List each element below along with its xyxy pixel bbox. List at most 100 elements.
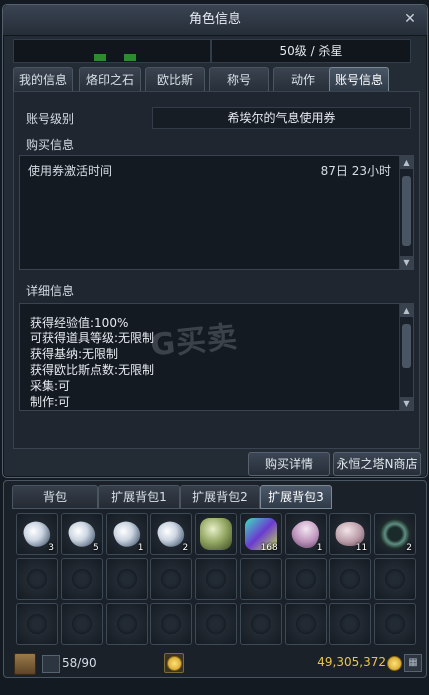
purchase-detail-button[interactable]: 购买详情 <box>248 452 330 476</box>
empty-slot[interactable] <box>16 603 58 645</box>
empty-slot-icon <box>250 569 271 589</box>
inventory-slot[interactable]: 5 <box>60 513 103 555</box>
item-count: 5 <box>93 543 99 553</box>
empty-slot-icon <box>250 614 271 634</box>
inventory-slot[interactable] <box>195 513 237 555</box>
scroll-thumb[interactable] <box>402 324 411 368</box>
inventory-slot[interactable]: 2 <box>150 513 193 555</box>
empty-slot-icon <box>385 569 405 589</box>
empty-slot[interactable] <box>329 603 372 645</box>
inventory-slot[interactable]: 11 <box>329 513 372 555</box>
sort-icon[interactable]: ▦ <box>404 654 422 672</box>
ncoin-shop-button[interactable]: 永恒之塔N商店 <box>333 452 421 476</box>
empty-slot-icon <box>340 569 361 589</box>
scroll-up-icon[interactable]: ▲ <box>400 304 413 317</box>
green-dice-icon <box>200 518 232 550</box>
inventory-slot[interactable]: 2 <box>374 513 416 555</box>
empty-slot-icon <box>295 614 316 634</box>
empty-slot[interactable] <box>329 558 372 600</box>
detail-line: 可获得道具等级:无限制 <box>30 331 155 345</box>
tab-extended-bag-3[interactable]: 扩展背包3 <box>260 485 332 509</box>
empty-slot[interactable] <box>195 603 237 645</box>
empty-slot-icon <box>116 569 137 589</box>
detail-line: 采集:可 <box>30 379 71 393</box>
empty-slot[interactable] <box>150 603 193 645</box>
account-info-panel: 账号级别 希埃尔的气息使用券 购买信息 使用券激活时间 87日 23小时 ▲ ▼… <box>13 91 420 449</box>
empty-slot-icon <box>71 614 92 634</box>
bag-capacity: 58/90 <box>62 656 97 670</box>
tab-brand-stone[interactable]: 烙印之石 <box>79 67 141 92</box>
empty-slot[interactable] <box>374 603 416 645</box>
kinah-icon[interactable] <box>164 653 184 673</box>
window-titlebar[interactable]: 角色信息 ✕ <box>3 5 427 36</box>
empty-slot[interactable] <box>239 603 282 645</box>
item-count: 2 <box>182 543 189 553</box>
tab-title[interactable]: 称号 <box>209 67 269 92</box>
character-info-window: 角色信息 ✕ 50级 / 杀星 我的信息 烙印之石 欧比斯 称号 动作 账号信息… <box>2 4 428 478</box>
empty-slot[interactable] <box>150 558 193 600</box>
item-count: 11 <box>355 543 368 553</box>
purchase-row-value: 87日 23小时 <box>320 164 391 178</box>
empty-slot[interactable] <box>284 558 327 600</box>
detail-line: 制作:可 <box>30 395 71 409</box>
item-count: 3 <box>48 543 54 553</box>
inventory-slot[interactable]: 1 <box>105 513 148 555</box>
coin-icon <box>167 656 182 671</box>
kinah-amount: 49,305,372 <box>317 655 386 669</box>
empty-slot[interactable] <box>60 558 103 600</box>
empty-slot-icon <box>340 614 361 634</box>
tab-extended-bag-2[interactable]: 扩展背包2 <box>180 485 260 509</box>
item-count: 2 <box>406 543 412 553</box>
empty-slot[interactable] <box>105 558 148 600</box>
inventory-grid: 3 5 1 2 168 1 11 2 <box>16 513 416 649</box>
empty-slot-icon <box>206 569 226 589</box>
tab-extended-bag-1[interactable]: 扩展背包1 <box>98 485 180 509</box>
level-class: 50级 / 杀星 <box>211 39 411 63</box>
empty-slot[interactable] <box>105 603 148 645</box>
account-level-label: 账号级别 <box>26 112 75 126</box>
tab-my-info[interactable]: 我的信息 <box>13 67 73 92</box>
status-indicator <box>124 54 136 61</box>
scroll-thumb[interactable] <box>402 176 411 246</box>
empty-slot[interactable] <box>16 558 58 600</box>
tab-odyssey[interactable]: 欧比斯 <box>145 67 205 92</box>
empty-slot-icon <box>27 569 47 589</box>
purchase-info-label: 购买信息 <box>26 138 75 152</box>
empty-slot-icon <box>27 614 47 634</box>
inventory-slot[interactable]: 3 <box>16 513 58 555</box>
account-level-value: 希埃尔的气息使用券 <box>152 107 411 129</box>
watermark-logo: G买卖 <box>148 319 240 364</box>
item-count: 1 <box>137 543 144 553</box>
empty-slot[interactable] <box>60 603 103 645</box>
detail-info-label: 详细信息 <box>26 284 75 298</box>
status-indicator <box>94 54 106 61</box>
close-icon[interactable]: ✕ <box>403 12 417 26</box>
scroll-down-icon[interactable]: ▼ <box>400 256 413 269</box>
purchase-row-name: 使用券激活时间 <box>28 164 113 178</box>
tab-account-info[interactable]: 账号信息 <box>329 67 389 92</box>
empty-slot-icon <box>295 569 316 589</box>
empty-slot-icon <box>385 614 405 634</box>
detail-scrollbar[interactable]: ▲ ▼ <box>399 304 413 410</box>
trash-icon[interactable] <box>14 653 36 675</box>
tab-emote[interactable]: 动作 <box>273 67 333 92</box>
empty-slot-icon <box>161 614 182 634</box>
item-count: 1 <box>316 543 323 553</box>
empty-slot-icon <box>161 569 182 589</box>
inventory-footer: 58/90 49,305,372 ▦ <box>4 653 426 675</box>
purchase-info-list: 使用券激活时间 87日 23小时 ▲ ▼ <box>19 155 414 270</box>
item-count: 168 <box>260 543 278 553</box>
purchase-scrollbar[interactable]: ▲ ▼ <box>399 156 413 269</box>
inventory-slot[interactable]: 168 <box>239 513 282 555</box>
empty-slot-icon <box>116 614 137 634</box>
scroll-down-icon[interactable]: ▼ <box>400 397 413 410</box>
tab-bag[interactable]: 背包 <box>12 485 98 509</box>
empty-slot[interactable] <box>195 558 237 600</box>
window-title: 角色信息 <box>188 12 241 27</box>
scroll-up-icon[interactable]: ▲ <box>400 156 413 169</box>
empty-slot[interactable] <box>284 603 327 645</box>
empty-slot-icon <box>71 569 92 589</box>
inventory-slot[interactable]: 1 <box>284 513 327 555</box>
empty-slot[interactable] <box>374 558 416 600</box>
empty-slot[interactable] <box>239 558 282 600</box>
